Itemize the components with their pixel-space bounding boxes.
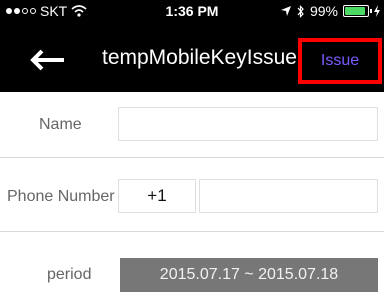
country-code-field[interactable]: +1: [118, 179, 196, 213]
name-input[interactable]: [118, 107, 378, 141]
top-bar: SKT 1:36 PM 99% tempMobileKeyIssue Issue: [0, 0, 384, 92]
period-label: period: [47, 266, 92, 283]
status-bar: SKT 1:36 PM 99%: [0, 0, 384, 22]
back-button[interactable]: [30, 43, 70, 77]
phone-input[interactable]: [199, 179, 378, 213]
battery-icon: [343, 5, 372, 17]
bluetooth-icon: [297, 4, 304, 18]
period-selector[interactable]: 2015.07.17 ~ 2015.07.18: [120, 258, 378, 292]
phone-label: Phone Number: [7, 188, 115, 205]
divider: [0, 231, 384, 232]
status-right: 99%: [280, 3, 380, 19]
page-title: tempMobileKeyIssue: [102, 46, 297, 69]
period-value: 2015.07.17 ~ 2015.07.18: [159, 266, 339, 283]
battery-level: [345, 7, 365, 15]
issue-button-label: Issue: [320, 52, 360, 69]
back-arrow-icon: [30, 49, 64, 71]
name-label: Name: [39, 116, 82, 133]
battery-percent: 99%: [309, 3, 338, 19]
nav-bar: tempMobileKeyIssue Issue: [0, 34, 384, 86]
location-arrow-icon: [280, 6, 291, 16]
charging-icon: [374, 5, 380, 17]
issue-button[interactable]: Issue: [298, 38, 382, 84]
divider: [0, 157, 384, 158]
